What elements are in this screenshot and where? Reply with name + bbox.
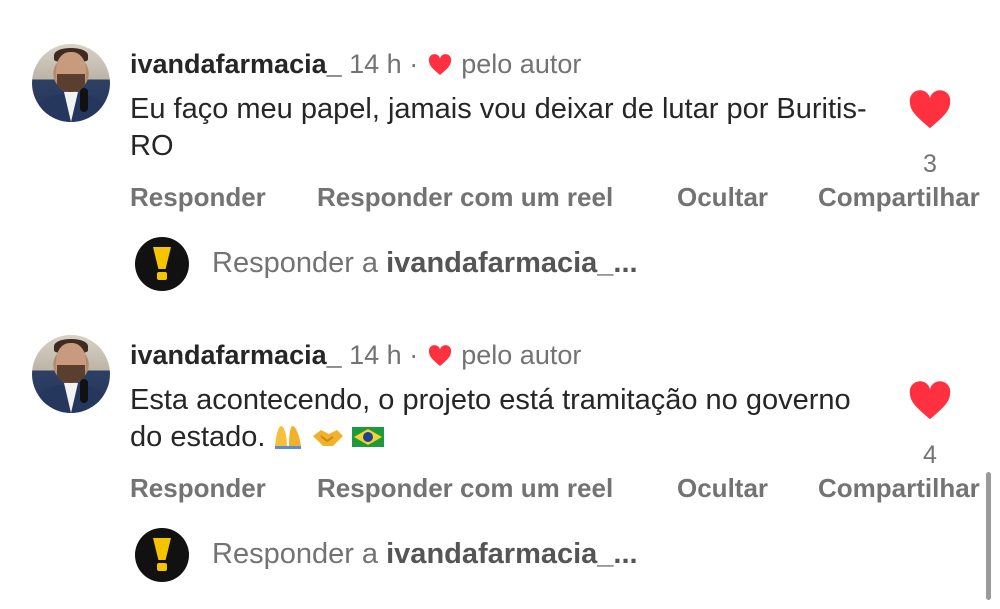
heart-icon [428, 345, 451, 366]
comment-text: Esta acontecendo, o projeto está tramita… [130, 382, 870, 456]
comment-text: Eu faço meu papel, jamais vou deixar de … [130, 93, 867, 162]
handshake-icon [313, 430, 344, 446]
comment-meta: ivandafarmacia_ 14 h · pelo autor [130, 339, 581, 371]
liked-by-author-label: pelo autor [461, 340, 582, 370]
timestamp: 14 h [349, 49, 402, 79]
avatar[interactable] [32, 44, 110, 122]
reply-target: ivandafarmacia_... [386, 247, 638, 279]
exclamation-avatar-icon [135, 528, 189, 582]
reply-placeholder[interactable]: Responder a ivandafarmacia_... [212, 247, 638, 280]
like-count: 4 [923, 441, 937, 469]
reply-button[interactable]: Responder [130, 473, 266, 504]
share-button[interactable]: Compartilhar [818, 473, 980, 504]
timestamp: 14 h [349, 340, 402, 370]
username[interactable]: ivandafarmacia_ [130, 49, 342, 79]
separator-dot: · [409, 49, 419, 79]
share-button[interactable]: Compartilhar [818, 182, 980, 213]
folded-hands-icon [275, 426, 302, 449]
reply-prompt: Responder a [212, 247, 379, 279]
scrollbar[interactable] [986, 472, 991, 600]
hide-button[interactable]: Ocultar [677, 182, 768, 213]
hide-button[interactable]: Ocultar [677, 473, 768, 504]
liked-by-author-label: pelo autor [461, 49, 582, 79]
heart-icon [428, 54, 451, 75]
comment-meta: ivandafarmacia_ 14 h · pelo autor [130, 48, 581, 80]
username[interactable]: ivandafarmacia_ [130, 340, 342, 370]
like-heart-icon[interactable] [908, 90, 952, 130]
reply-with-reel-button[interactable]: Responder com um reel [317, 182, 613, 213]
reply-button[interactable]: Responder [130, 182, 266, 213]
reply-placeholder[interactable]: Responder a ivandafarmacia_... [212, 538, 638, 571]
reply-target: ivandafarmacia_... [386, 538, 638, 570]
reply-with-reel-button[interactable]: Responder com um reel [317, 473, 613, 504]
exclamation-avatar-icon [135, 237, 189, 291]
reply-prompt: Responder a [212, 538, 379, 570]
separator-dot: · [409, 340, 419, 370]
like-heart-icon[interactable] [908, 381, 952, 421]
avatar[interactable] [32, 335, 110, 413]
brazil-flag-icon [352, 427, 385, 447]
like-count: 3 [923, 150, 937, 178]
comment-text-body: Esta acontecendo, o projeto está tramita… [130, 384, 851, 453]
